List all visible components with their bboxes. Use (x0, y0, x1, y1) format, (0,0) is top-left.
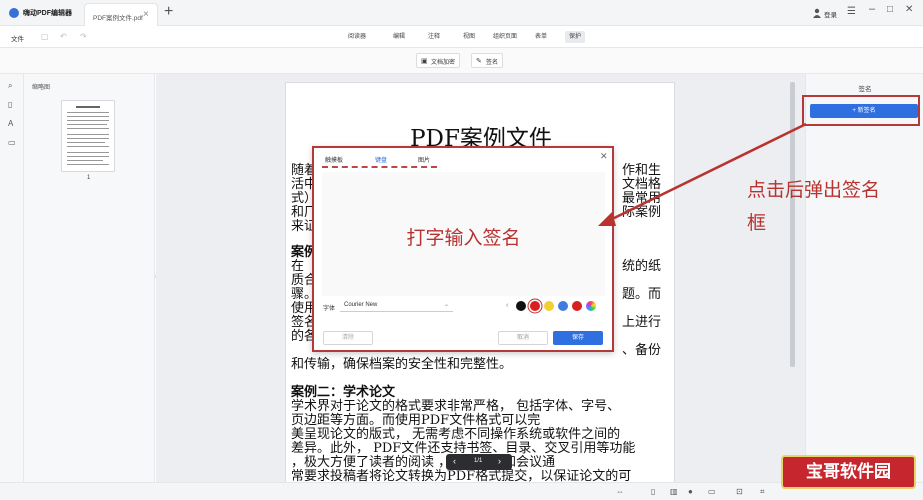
login-link[interactable]: 登录 (824, 9, 837, 19)
body-line: 最常用 (622, 191, 662, 206)
tab-edit[interactable]: 编辑 (389, 31, 409, 43)
body-line: 文档格 (622, 177, 662, 192)
thumbnail-icon[interactable]: ▯ (8, 100, 17, 109)
body-line: 在 (291, 259, 305, 274)
page-indicator: 1/1 (474, 458, 483, 464)
fit-width-icon[interactable]: ⇔ (616, 487, 624, 496)
left-rail: ⌕ ▯ A ▭ (0, 74, 24, 500)
body-line: 和传输，确保档案的安全性和完整性。 (291, 357, 513, 372)
save-button[interactable]: 保存 (553, 331, 603, 345)
previous-page-icon[interactable]: ‹ (453, 456, 456, 466)
clear-button[interactable]: 清除 (323, 331, 373, 345)
text-icon[interactable]: A (8, 119, 17, 128)
page-navigator: ‹ 1/1 › (446, 454, 512, 470)
section-heading: 案例二：学术论文 (291, 385, 396, 400)
encrypt-label: 文档加密 (431, 60, 456, 66)
tab-organize-pages[interactable]: 组织页面 (489, 31, 521, 43)
double-page-icon[interactable]: ▥ (670, 487, 678, 496)
tabs-highlight (322, 166, 437, 168)
color-swatch-red[interactable] (530, 301, 540, 311)
page-thumbnail[interactable] (61, 100, 115, 172)
close-tab-icon[interactable]: × (143, 9, 149, 20)
maximize-icon[interactable]: □ (887, 4, 893, 15)
lock-icon: ▣ (421, 58, 428, 65)
body-line: ，极大方便了读者的阅读 ，学术期刊和会议通 (291, 455, 556, 470)
actual-size-icon[interactable]: ▭ (708, 487, 716, 496)
undo-icon[interactable]: ↶ (60, 32, 69, 41)
body-line: 作和生 (622, 163, 662, 178)
minimize-icon[interactable]: – (869, 3, 875, 15)
tab-view[interactable]: 视图 (459, 31, 479, 43)
tab-protect[interactable]: 保护 (565, 31, 586, 43)
font-label: 字体 (323, 306, 336, 312)
app-logo-icon (9, 8, 19, 18)
font-select[interactable]: Courier New ⌄ (340, 299, 453, 312)
protect-toolbar: ▣ 文档加密 ✎ 签名 (0, 48, 923, 74)
watermark-logo: 宝哥软件园 (781, 455, 916, 489)
color-swatch-yellow[interactable] (544, 301, 554, 311)
redo-icon[interactable]: ↷ (80, 32, 89, 41)
save-icon[interactable]: ▢ (41, 32, 50, 41)
tab-forms[interactable]: 表单 (531, 31, 551, 43)
tab-annotate[interactable]: 注释 (424, 31, 444, 43)
file-menu[interactable]: 文件 (11, 33, 24, 43)
play-icon[interactable]: ● (688, 487, 693, 496)
title-bar: 嗨动PDF编辑器 PDF案例文件.pdf × + 登录 ☰ – □ ✕ (0, 0, 923, 26)
signature-panel-title: 签名 (858, 86, 872, 93)
body-line: 统的纸 (622, 259, 662, 274)
menu-icon[interactable]: ☰ (847, 6, 856, 17)
encrypt-button[interactable]: ▣ 文档加密 (416, 53, 461, 68)
crop-icon[interactable]: ⌗ (760, 487, 765, 497)
chevron-down-icon: ⌄ (443, 302, 449, 308)
signature-hint: 打字输入签名 (406, 227, 521, 249)
search-icon[interactable]: ⌕ (8, 81, 17, 90)
close-icon[interactable]: ✕ (600, 151, 608, 162)
annotation-text: 框 (747, 212, 767, 234)
document-tab-label: PDF案例文件.pdf (93, 15, 143, 22)
color-swatch-black[interactable] (516, 301, 526, 311)
tab-touchpad[interactable]: 触摸板 (325, 155, 343, 164)
bookmark-icon[interactable]: ▭ (8, 138, 17, 147)
highlight-box (802, 95, 920, 126)
sign-label: 签名 (486, 60, 499, 66)
signature-input-area[interactable]: 打字输入签名 (322, 172, 605, 296)
thumbnail-panel: 缩略图 1 (24, 74, 155, 500)
annotation-text: 点击后弹出签名 (747, 179, 881, 201)
next-page-icon[interactable]: › (498, 456, 501, 466)
font-select-value: Courier New (344, 302, 378, 308)
thumbnail-panel-title: 缩略图 (32, 85, 51, 91)
fit-page-icon[interactable]: ⊡ (736, 487, 743, 496)
main-toolbar: 文件 ▢ ↶ ↷ 阅读器 编辑 注释 视图 组织页面 表单 保护 (0, 26, 923, 48)
signature-panel: 签名 + 新签名 (805, 74, 923, 482)
tab-keyboard[interactable]: 键盘 (375, 155, 387, 164)
signature-dialog: 触摸板 键盘 图片 ✕ 打字输入签名 字体 Courier New ⌄ ‹ 清除… (312, 146, 614, 352)
single-page-icon[interactable]: ▯ (651, 487, 655, 496)
body-line: 美呈现论文的版式， 无需考虑不同操作系统或软件之间的 (291, 427, 621, 442)
body-line: 上进行 (622, 315, 662, 330)
tab-image[interactable]: 图片 (418, 155, 430, 164)
body-line: 、备份 (622, 343, 662, 358)
body-line: 题。而 (622, 287, 662, 302)
close-window-icon[interactable]: ✕ (905, 4, 913, 15)
tab-reader[interactable]: 阅读器 (344, 31, 370, 43)
document-tab[interactable]: PDF案例文件.pdf × (84, 3, 158, 26)
cancel-button[interactable]: 取消 (498, 331, 548, 345)
chevron-left-icon[interactable]: ‹ (506, 302, 508, 309)
color-swatch-blue[interactable] (558, 301, 568, 311)
color-picker-icon[interactable] (586, 301, 596, 311)
user-icon[interactable] (812, 8, 822, 18)
body-line: 学术界对于论文的格式要求非常严格， 包括字体、字号、 (291, 399, 621, 414)
pen-icon: ✎ (476, 58, 482, 65)
vertical-scrollbar[interactable] (790, 82, 795, 367)
body-line: 页边距等方面。而使用PDF文件格式可以完 (291, 413, 541, 428)
app-name: 嗨动PDF编辑器 (23, 10, 72, 17)
new-tab-icon[interactable]: + (164, 3, 173, 21)
sign-button[interactable]: ✎ 签名 (471, 53, 504, 68)
color-swatch-red-2[interactable] (572, 301, 582, 311)
thumbnail-page-number: 1 (87, 175, 91, 181)
body-line: 际案例 (622, 205, 662, 220)
